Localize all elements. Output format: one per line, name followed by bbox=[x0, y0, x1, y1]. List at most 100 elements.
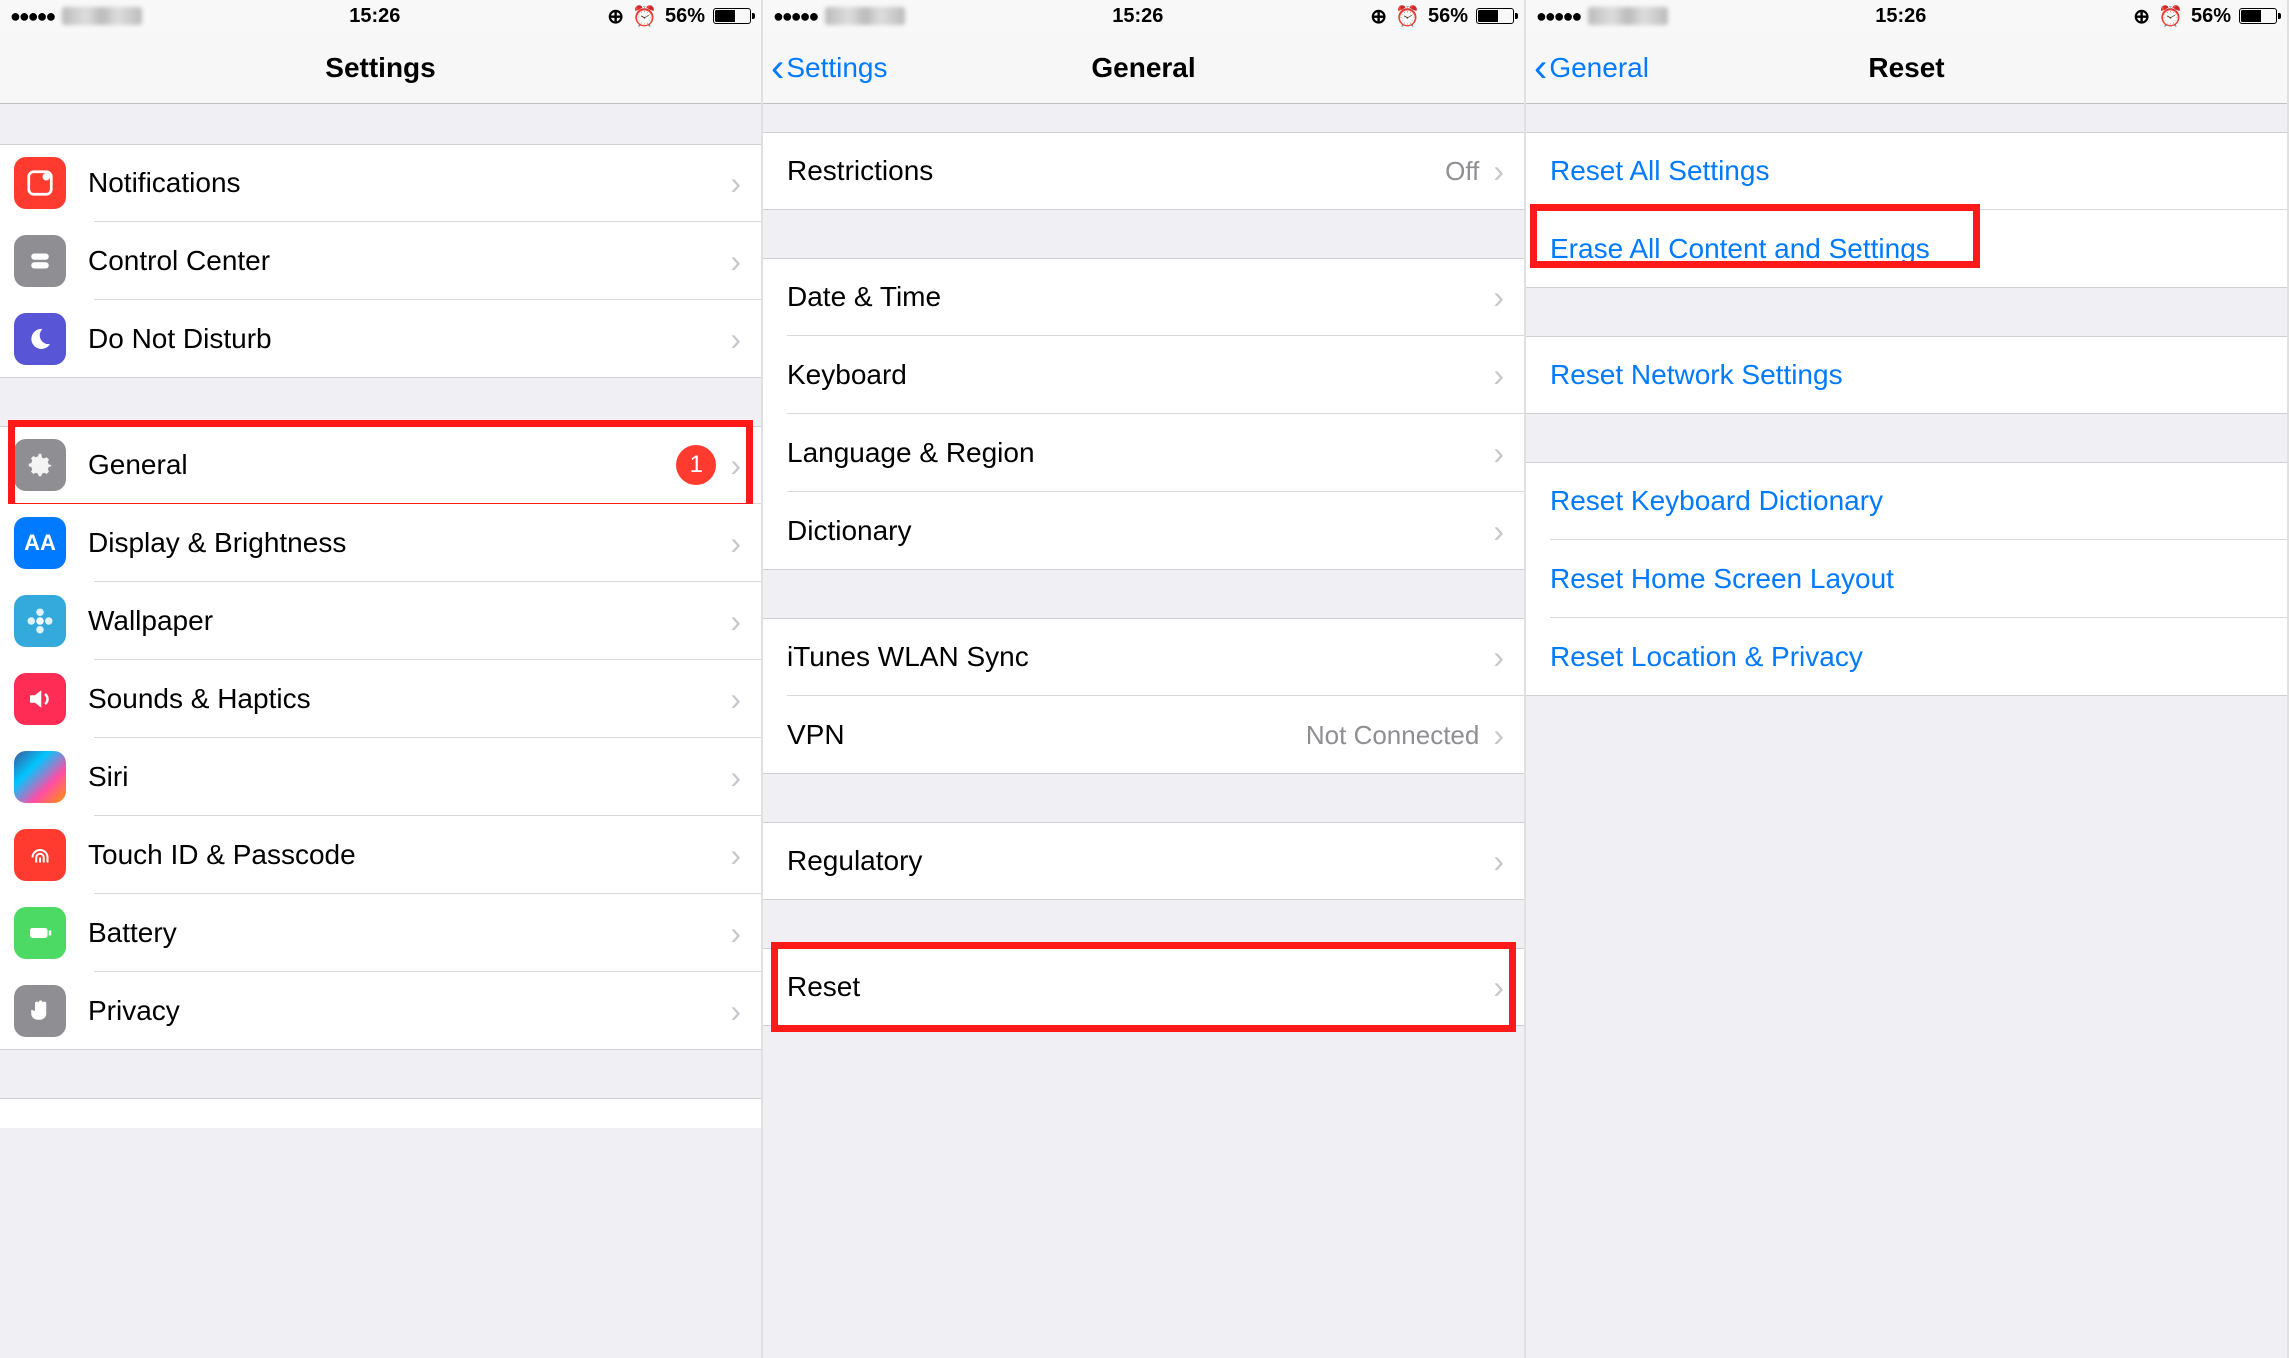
settings-list[interactable]: Notifications › Control Center › Do Not … bbox=[0, 104, 761, 1358]
chevron-icon: › bbox=[730, 837, 741, 874]
screen-settings: ●●●●● 15:26 ⊕ ⏰ 56% Settings Notificatio… bbox=[0, 0, 763, 1358]
row-dictionary[interactable]: Dictionary › bbox=[763, 492, 1524, 570]
row-label: Language & Region bbox=[787, 437, 1493, 469]
row-reset-keyboard-dictionary[interactable]: Reset Keyboard Dictionary bbox=[1526, 462, 2287, 540]
row-language-region[interactable]: Language & Region › bbox=[763, 414, 1524, 492]
navbar-reset: ‹ General Reset bbox=[1526, 32, 2287, 104]
back-button[interactable]: ‹ General bbox=[1526, 48, 1649, 88]
alarm-icon: ⏰ bbox=[1395, 4, 1420, 29]
row-display-brightness[interactable]: AA Display & Brightness › bbox=[0, 504, 761, 582]
status-bar: ●●●●● 15:26 ⊕ ⏰ 56% bbox=[763, 0, 1524, 32]
chevron-icon: › bbox=[1493, 279, 1504, 316]
chevron-icon: › bbox=[730, 447, 741, 484]
row-label: General bbox=[88, 449, 676, 481]
speaker-icon bbox=[14, 673, 66, 725]
status-time: 15:26 bbox=[1112, 5, 1163, 28]
back-label: General bbox=[1549, 52, 1649, 84]
general-list[interactable]: Restrictions Off › Date & Time › Keyboar… bbox=[763, 104, 1524, 1358]
battery-row-icon bbox=[14, 907, 66, 959]
battery-percent: 56% bbox=[1428, 5, 1468, 28]
badge-count: 1 bbox=[676, 445, 716, 485]
row-label: Date & Time bbox=[787, 281, 1493, 313]
siri-icon bbox=[14, 751, 66, 803]
row-label: Control Center bbox=[88, 245, 730, 277]
battery-icon bbox=[2239, 8, 2277, 24]
row-touchid-passcode[interactable]: Touch ID & Passcode › bbox=[0, 816, 761, 894]
row-itunes-wlan-sync[interactable]: iTunes WLAN Sync › bbox=[763, 618, 1524, 696]
row-do-not-disturb[interactable]: Do Not Disturb › bbox=[0, 300, 761, 378]
row-general[interactable]: General 1 › bbox=[0, 426, 761, 504]
row-label: Display & Brightness bbox=[88, 527, 730, 559]
row-label: Wallpaper bbox=[88, 605, 730, 637]
aa-icon: AA bbox=[14, 517, 66, 569]
status-time: 15:26 bbox=[349, 5, 400, 28]
chevron-icon: › bbox=[1493, 513, 1504, 550]
status-bar: ●●●●● 15:26 ⊕ ⏰ 56% bbox=[1526, 0, 2287, 32]
back-label: Settings bbox=[786, 52, 887, 84]
row-label: Keyboard bbox=[787, 359, 1493, 391]
gear-icon bbox=[14, 439, 66, 491]
back-chevron-icon: ‹ bbox=[771, 48, 784, 88]
battery-percent: 56% bbox=[665, 5, 705, 28]
hand-icon bbox=[14, 985, 66, 1037]
row-label: Notifications bbox=[88, 167, 730, 199]
row-label: Regulatory bbox=[787, 845, 1493, 877]
chevron-icon: › bbox=[730, 321, 741, 358]
row-vpn[interactable]: VPN Not Connected › bbox=[763, 696, 1524, 774]
row-erase-all-content[interactable]: Erase All Content and Settings bbox=[1526, 210, 2287, 288]
screen-general: ●●●●● 15:26 ⊕ ⏰ 56% ‹ Settings General R… bbox=[763, 0, 1526, 1358]
lock-icon: ⊕ bbox=[1370, 4, 1387, 29]
row-label: Do Not Disturb bbox=[88, 323, 730, 355]
row-keyboard[interactable]: Keyboard › bbox=[763, 336, 1524, 414]
row-label: Restrictions bbox=[787, 155, 1445, 187]
row-date-time[interactable]: Date & Time › bbox=[763, 258, 1524, 336]
row-label: VPN bbox=[787, 719, 1306, 751]
row-siri[interactable]: Siri › bbox=[0, 738, 761, 816]
chevron-icon: › bbox=[1493, 435, 1504, 472]
row-label: Battery bbox=[88, 917, 730, 949]
battery-percent: 56% bbox=[2191, 5, 2231, 28]
row-privacy[interactable]: Privacy › bbox=[0, 972, 761, 1050]
row-label: Siri bbox=[88, 761, 730, 793]
chevron-icon: › bbox=[730, 759, 741, 796]
row-wallpaper[interactable]: Wallpaper › bbox=[0, 582, 761, 660]
row-regulatory[interactable]: Regulatory › bbox=[763, 822, 1524, 900]
row-notifications[interactable]: Notifications › bbox=[0, 144, 761, 222]
row-label: Reset Home Screen Layout bbox=[1550, 563, 2267, 595]
row-detail: Off bbox=[1445, 156, 1479, 187]
row-label: Reset bbox=[787, 971, 1493, 1003]
row-battery[interactable]: Battery › bbox=[0, 894, 761, 972]
row-reset-home-screen-layout[interactable]: Reset Home Screen Layout bbox=[1526, 540, 2287, 618]
fingerprint-icon bbox=[14, 829, 66, 881]
row-label: iTunes WLAN Sync bbox=[787, 641, 1493, 673]
chevron-icon: › bbox=[1493, 153, 1504, 190]
row-reset-all-settings[interactable]: Reset All Settings bbox=[1526, 132, 2287, 210]
row-label: Reset All Settings bbox=[1550, 155, 2267, 187]
lock-icon: ⊕ bbox=[2133, 4, 2150, 29]
row-restrictions[interactable]: Restrictions Off › bbox=[763, 132, 1524, 210]
status-time: 15:26 bbox=[1875, 5, 1926, 28]
row-reset-network-settings[interactable]: Reset Network Settings bbox=[1526, 336, 2287, 414]
chevron-icon: › bbox=[730, 525, 741, 562]
row-control-center[interactable]: Control Center › bbox=[0, 222, 761, 300]
carrier-blur bbox=[1588, 7, 1668, 25]
flower-icon bbox=[14, 595, 66, 647]
row-label: Reset Network Settings bbox=[1550, 359, 2267, 391]
back-button[interactable]: ‹ Settings bbox=[763, 48, 888, 88]
row-label: Reset Location & Privacy bbox=[1550, 641, 2267, 673]
nav-title: Settings bbox=[0, 52, 761, 84]
notifications-icon bbox=[14, 157, 66, 209]
chevron-icon: › bbox=[1493, 639, 1504, 676]
row-reset[interactable]: Reset › bbox=[763, 948, 1524, 1026]
signal-icon: ●●●●● bbox=[773, 6, 817, 27]
row-cutoff[interactable] bbox=[0, 1098, 761, 1128]
row-sounds-haptics[interactable]: Sounds & Haptics › bbox=[0, 660, 761, 738]
signal-icon: ●●●●● bbox=[1536, 6, 1580, 27]
reset-list[interactable]: Reset All Settings Erase All Content and… bbox=[1526, 104, 2287, 1358]
row-label: Sounds & Haptics bbox=[88, 683, 730, 715]
chevron-icon: › bbox=[730, 243, 741, 280]
row-reset-location-privacy[interactable]: Reset Location & Privacy bbox=[1526, 618, 2287, 696]
battery-icon bbox=[1476, 8, 1514, 24]
moon-icon bbox=[14, 313, 66, 365]
status-bar: ●●●●● 15:26 ⊕ ⏰ 56% bbox=[0, 0, 761, 32]
